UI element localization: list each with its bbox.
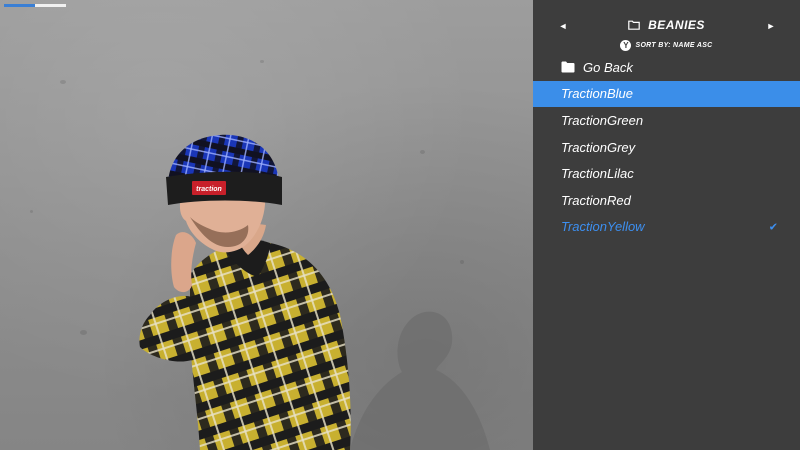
- beanie-item-traction-red[interactable]: TractionRed: [533, 187, 800, 214]
- sort-control[interactable]: Y SORT BY: NAME ASC: [533, 40, 800, 51]
- beanie-item-label: TractionYellow: [561, 219, 645, 235]
- beanie-item-traction-blue[interactable]: TractionBlue: [533, 80, 800, 108]
- wall-texture: [60, 80, 66, 84]
- wall-texture: [80, 330, 87, 335]
- beanie-item-traction-yellow[interactable]: TractionYellow ✔: [533, 214, 800, 241]
- folder-icon: [628, 20, 640, 30]
- y-button-icon: Y: [620, 40, 632, 51]
- character-model: traction: [139, 134, 351, 450]
- next-category-arrow[interactable]: ►: [765, 20, 777, 32]
- beanie-item-traction-grey[interactable]: TractionGrey: [533, 134, 800, 161]
- beanie-list: Go Back TractionBlue TractionGreen Tract…: [533, 54, 800, 240]
- wall-texture: [420, 150, 425, 154]
- go-back-label: Go Back: [583, 59, 633, 75]
- wall-texture: [260, 60, 264, 63]
- beanie-item-label: TractionGrey: [561, 139, 636, 155]
- loading-progress-bar: [4, 4, 66, 7]
- beanie-item-label: TractionLilac: [561, 166, 634, 182]
- folder-icon: [561, 61, 575, 73]
- clothing-menu-panel: ◄ BEANIES ► Y SORT BY: NAME ASC Go Back …: [533, 0, 800, 450]
- menu-title-row: BEANIES: [533, 18, 800, 32]
- loading-progress-fill: [4, 4, 35, 7]
- menu-title: BEANIES: [648, 18, 705, 32]
- game-screen: traction ◄ BEANIES ► Y SORT BY: NAME ASC: [0, 0, 800, 450]
- menu-header: ◄ BEANIES ► Y SORT BY: NAME ASC: [533, 0, 800, 54]
- beanie-item-label: TractionRed: [561, 192, 631, 208]
- go-back-item[interactable]: Go Back: [533, 54, 800, 81]
- wall-texture: [30, 210, 33, 213]
- character-preview-viewport: traction: [0, 0, 533, 450]
- beanie-item-label: TractionGreen: [561, 112, 644, 128]
- beanie-item-label: TractionBlue: [561, 86, 634, 102]
- wall-texture: [460, 260, 464, 264]
- equipped-check-icon: ✔: [768, 221, 778, 234]
- beanie-item-traction-green[interactable]: TractionGreen: [533, 107, 800, 134]
- beanie-logo-text: traction: [196, 186, 222, 193]
- beanie-item-traction-lilac[interactable]: TractionLilac: [533, 160, 800, 187]
- sort-label: SORT BY: NAME ASC: [635, 42, 713, 49]
